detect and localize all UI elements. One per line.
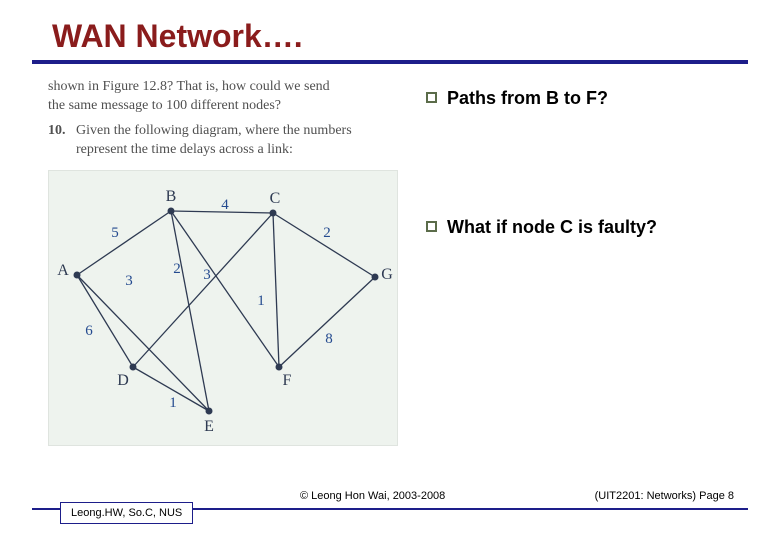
bullet-text: Paths from B to F? — [447, 88, 608, 109]
graph-node — [270, 209, 277, 216]
page-reference: (UIT2201: Networks) Page 8 — [595, 490, 734, 502]
excerpt-panel: shown in Figure 12.8? That is, how could… — [48, 78, 396, 446]
graph-node-label: G — [381, 264, 393, 286]
edge-weight: 6 — [85, 320, 93, 340]
edge-weight: 8 — [325, 328, 333, 348]
graph-node — [276, 363, 283, 370]
slide-title: WAN Network…. — [52, 18, 303, 55]
bullet-list: Paths from B to F? What if node C is fau… — [426, 88, 746, 346]
graph-node — [372, 273, 379, 280]
graph-node-label: D — [117, 370, 129, 392]
question-row: 10. Given the following diagram, where t… — [48, 122, 396, 160]
network-graph: 5 6 3 4 2 3 1 2 1 8 A B C D E F G — [48, 170, 398, 446]
graph-node — [206, 407, 213, 414]
edge-weight: 2 — [173, 258, 181, 278]
graph-node-label: E — [204, 416, 214, 438]
bullet-item: What if node C is faulty? — [426, 217, 746, 238]
edge-weight: 2 — [323, 222, 331, 242]
bullet-item: Paths from B to F? — [426, 88, 746, 109]
graph-node-label: B — [166, 186, 177, 208]
excerpt-line2: the same message to 100 different nodes? — [48, 97, 396, 116]
edge-weight: 3 — [203, 264, 211, 284]
question-text: Given the following diagram, where the n… — [76, 122, 396, 160]
bullet-icon — [426, 92, 437, 103]
author-box: Leong.HW, So.C, NUS — [60, 502, 193, 524]
copyright-text: © Leong Hon Wai, 2003-2008 — [300, 490, 445, 502]
edge-weight: 5 — [111, 222, 119, 242]
bullet-icon — [426, 221, 437, 232]
graph-node-label: A — [57, 260, 69, 282]
excerpt-line1: shown in Figure 12.8? That is, how could… — [48, 78, 396, 97]
graph-node — [168, 207, 175, 214]
edge-weight: 4 — [221, 194, 229, 214]
graph-node — [74, 271, 81, 278]
edge-weight: 1 — [257, 290, 265, 310]
graph-node — [130, 363, 137, 370]
graph-node-label: C — [270, 188, 281, 210]
edge-weight: 1 — [169, 392, 177, 412]
question-number: 10. — [48, 122, 76, 160]
title-underline — [32, 60, 748, 64]
bullet-text: What if node C is faulty? — [447, 217, 657, 238]
graph-node-label: F — [283, 370, 292, 392]
edge-weight: 3 — [125, 270, 133, 290]
